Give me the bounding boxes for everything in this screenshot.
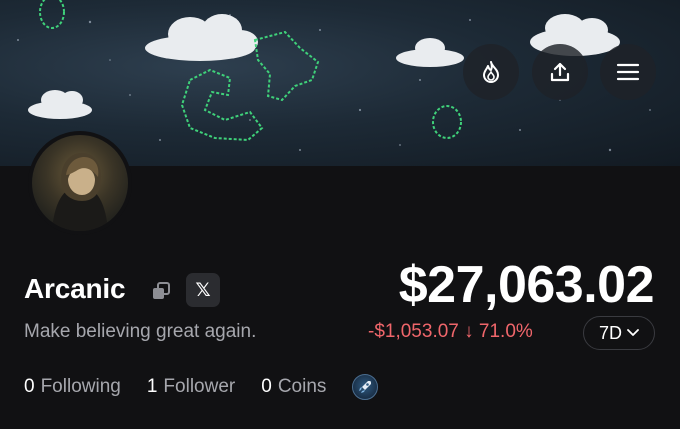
copy-icon[interactable]	[150, 280, 172, 302]
followers-label: Follower	[163, 376, 236, 397]
period-selector[interactable]: 7D	[583, 316, 655, 350]
avatar-image	[32, 135, 128, 231]
x-logo-icon: 𝕏	[195, 279, 211, 301]
following-label: Following	[40, 376, 121, 397]
achievement-badge[interactable]	[352, 374, 379, 400]
chevron-down-icon	[627, 329, 639, 336]
flame-icon	[483, 61, 499, 83]
menu-icon	[616, 63, 640, 81]
portfolio-balance: $27,063.02	[398, 256, 655, 314]
following-count: 0	[24, 376, 35, 397]
coins-count: 0	[261, 376, 272, 397]
avatar-portrait	[52, 153, 108, 231]
trending-button[interactable]	[463, 44, 519, 100]
avatar[interactable]	[28, 131, 132, 235]
followers-stat[interactable]: 1 Follower	[147, 376, 235, 398]
menu-button[interactable]	[600, 44, 656, 100]
share-icon	[550, 62, 570, 82]
rocket-icon	[359, 381, 372, 393]
portfolio-change: -$1,053.07 ↓ 71.0%	[368, 321, 533, 342]
profile-username: Arcanic	[24, 273, 126, 304]
coins-stat[interactable]: 0 Coins	[261, 376, 326, 398]
x-social-link[interactable]: 𝕏	[186, 273, 220, 307]
profile-bio: Make believing great again.	[24, 321, 257, 342]
profile-stats: 0 Following 1 Follower 0 Coins	[24, 374, 379, 400]
following-stat[interactable]: 0 Following	[24, 376, 121, 398]
share-button[interactable]	[532, 44, 588, 100]
period-label: 7D	[598, 322, 622, 343]
followers-count: 1	[146, 376, 158, 397]
coins-label: Coins	[277, 376, 327, 397]
